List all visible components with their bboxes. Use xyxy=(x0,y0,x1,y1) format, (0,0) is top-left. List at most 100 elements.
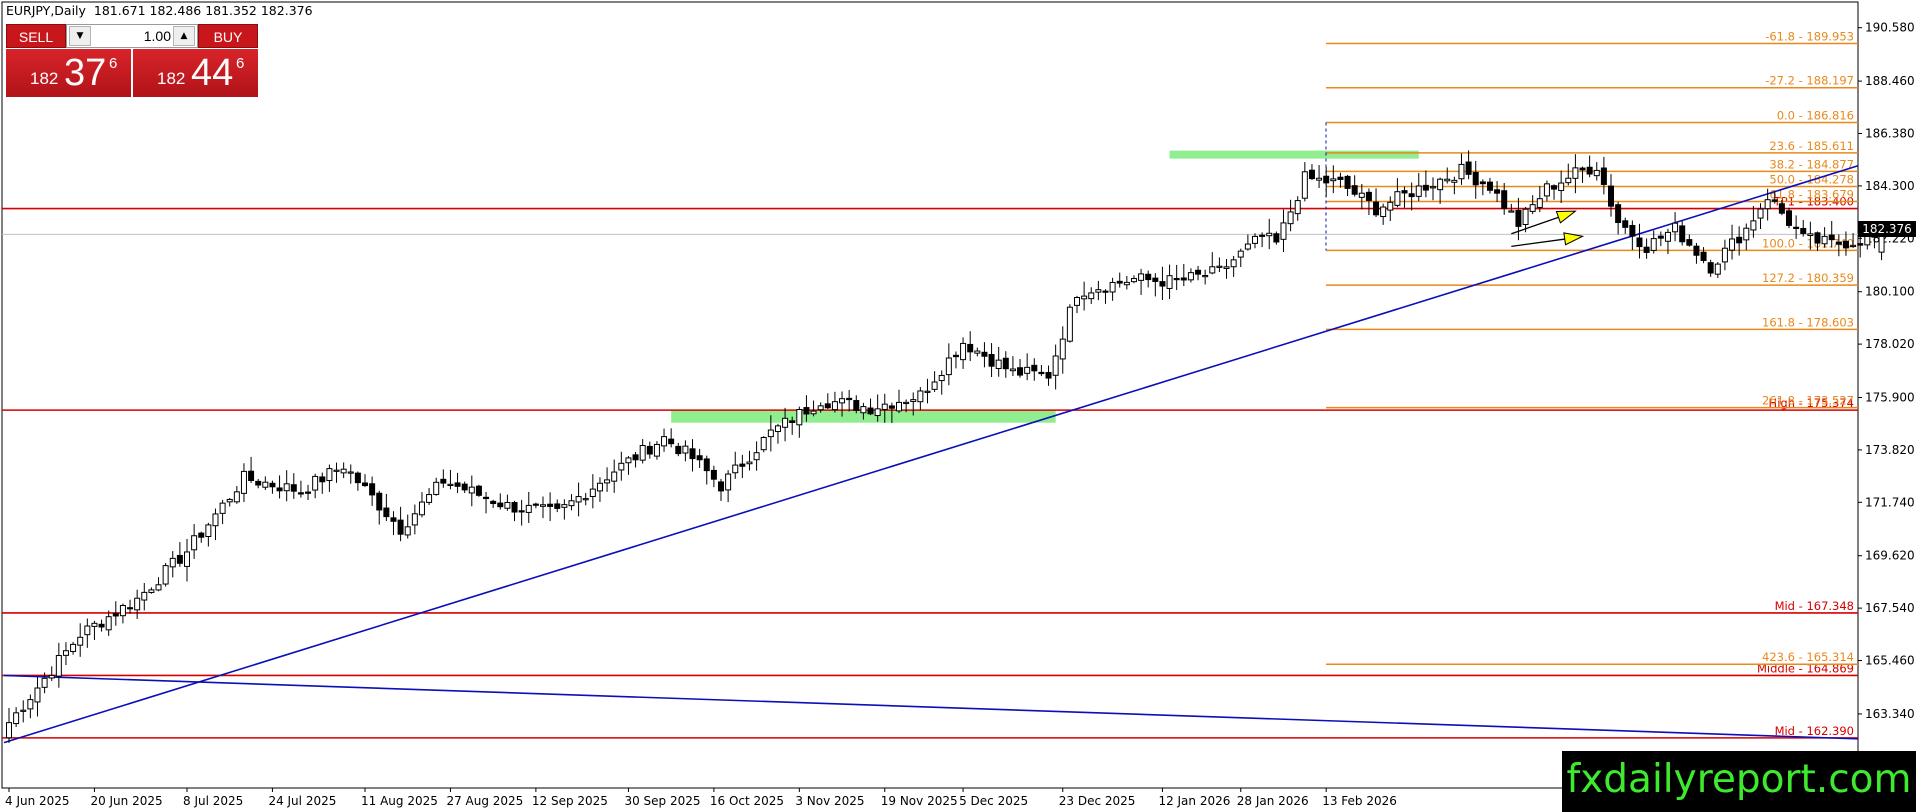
candle-body xyxy=(1358,192,1365,198)
x-tick-label: 27 Aug 2025 xyxy=(446,794,523,808)
candle-body xyxy=(1529,204,1536,212)
candle-body xyxy=(824,403,831,409)
candle-body xyxy=(112,613,119,617)
candle-body xyxy=(1693,245,1700,256)
candle-body xyxy=(1187,272,1194,281)
candle-body xyxy=(504,501,511,509)
candle-body xyxy=(169,557,176,568)
x-tick-label: 24 Jul 2025 xyxy=(268,794,336,808)
candle-body xyxy=(639,445,646,461)
y-tick-label: 171.740 xyxy=(1865,495,1915,509)
candle-body xyxy=(1807,233,1814,236)
candle-body xyxy=(554,503,561,509)
candle-body xyxy=(1835,241,1842,245)
candle-body xyxy=(233,491,240,503)
candle-body xyxy=(1707,262,1714,274)
candle-body xyxy=(1850,244,1857,248)
candle-body xyxy=(910,399,917,402)
candle-body xyxy=(77,636,84,646)
candle-body xyxy=(1444,178,1451,182)
sell-button[interactable]: SELL xyxy=(6,24,66,48)
candle-body xyxy=(148,589,155,593)
triangle-up-icon[interactable]: ▲ xyxy=(173,26,195,46)
candle-body xyxy=(362,482,368,487)
candle-body xyxy=(960,342,967,361)
triangle-down-icon[interactable]: ▼ xyxy=(69,26,91,46)
y-tick-label: 163.340 xyxy=(1865,707,1915,721)
candle-body xyxy=(1266,232,1273,237)
candle-body xyxy=(575,496,582,503)
candle-body xyxy=(518,510,525,513)
candle-body xyxy=(917,390,924,403)
fib-level-label: -27.2 - 188.197 xyxy=(1765,74,1854,88)
candle-body xyxy=(1294,200,1301,215)
candle-body xyxy=(1252,235,1258,244)
candle-body xyxy=(532,503,539,506)
candle-body xyxy=(1116,280,1123,284)
candle-body xyxy=(1828,234,1835,241)
candle-body xyxy=(1394,191,1401,206)
candle-body xyxy=(226,498,233,503)
candle-body xyxy=(1494,189,1501,194)
candle-body xyxy=(1771,199,1778,202)
candle-body xyxy=(440,478,447,484)
candle-body xyxy=(1878,233,1885,253)
candle-body xyxy=(596,482,603,492)
candle-body xyxy=(119,604,126,617)
y-tick-label: 186.380 xyxy=(1865,127,1915,141)
candle-body xyxy=(1842,240,1849,249)
candle-body xyxy=(6,722,12,739)
sell-price-tile[interactable]: 182 37 6 xyxy=(6,49,131,97)
candle-body xyxy=(340,468,347,474)
candle-body xyxy=(62,650,69,656)
candle-body xyxy=(205,524,212,538)
y-tick-label: 175.900 xyxy=(1865,391,1915,405)
candle-body xyxy=(1280,222,1287,240)
candle-body xyxy=(1586,166,1593,175)
candle-body xyxy=(1230,259,1237,268)
candle-body xyxy=(1508,210,1515,213)
fib-level-label: 0.0 - 186.816 xyxy=(1777,109,1854,123)
candle-body xyxy=(1244,243,1251,250)
candle-body xyxy=(461,483,468,491)
candle-body xyxy=(1479,181,1486,185)
x-tick-label: 5 Dec 2025 xyxy=(959,794,1028,808)
buy-button[interactable]: BUY xyxy=(198,24,258,48)
candle-body xyxy=(1344,175,1351,189)
candle-body xyxy=(418,501,425,516)
candle-body xyxy=(1793,226,1800,229)
sell-price-small: 182 xyxy=(30,69,59,88)
candle-body xyxy=(760,436,767,451)
candle-body xyxy=(1515,209,1522,227)
candle-body xyxy=(191,535,198,551)
candle-body xyxy=(995,359,1002,369)
candle-body xyxy=(1736,236,1743,244)
buy-price-tile[interactable]: 182 44 6 xyxy=(133,49,258,97)
candlestick-chart[interactable]: 190.580188.460186.380184.300182.220180.1… xyxy=(0,0,1916,812)
candle-body xyxy=(1465,161,1472,175)
candle-body xyxy=(468,486,475,494)
candle-body xyxy=(1721,247,1728,263)
candle-body xyxy=(1786,210,1792,226)
candle-body xyxy=(1451,179,1458,183)
candle-body xyxy=(1664,231,1671,242)
candle-body xyxy=(511,502,518,513)
candle-body xyxy=(1600,167,1607,185)
candle-body xyxy=(1679,225,1686,243)
chart-window[interactable]: 190.580 188.460 186.380 184.300 182.220 180.1… xyxy=(0,0,1916,812)
candle-body xyxy=(1778,203,1785,214)
candle-body xyxy=(184,551,190,567)
candle-body xyxy=(774,425,781,433)
candle-body xyxy=(1458,163,1465,180)
candle-body xyxy=(1259,234,1266,237)
quantity-input[interactable] xyxy=(93,27,171,45)
x-tick-label: 8 Jul 2025 xyxy=(183,794,243,808)
trendline xyxy=(3,164,1859,744)
candle-body xyxy=(1180,277,1187,281)
candle-body xyxy=(269,482,276,488)
candle-body xyxy=(1351,185,1358,195)
candle-body xyxy=(1052,355,1059,376)
y-tick-label: 167.540 xyxy=(1865,601,1915,615)
candle-body xyxy=(305,491,312,494)
candle-body xyxy=(411,513,418,526)
